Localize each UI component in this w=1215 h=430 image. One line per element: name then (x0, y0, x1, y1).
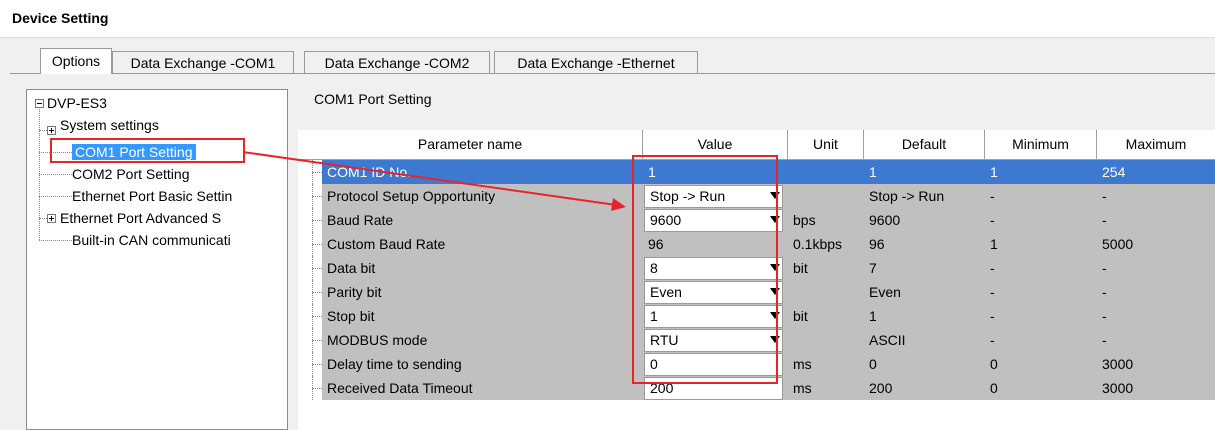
annotation-arrow-icon (242, 151, 626, 211)
